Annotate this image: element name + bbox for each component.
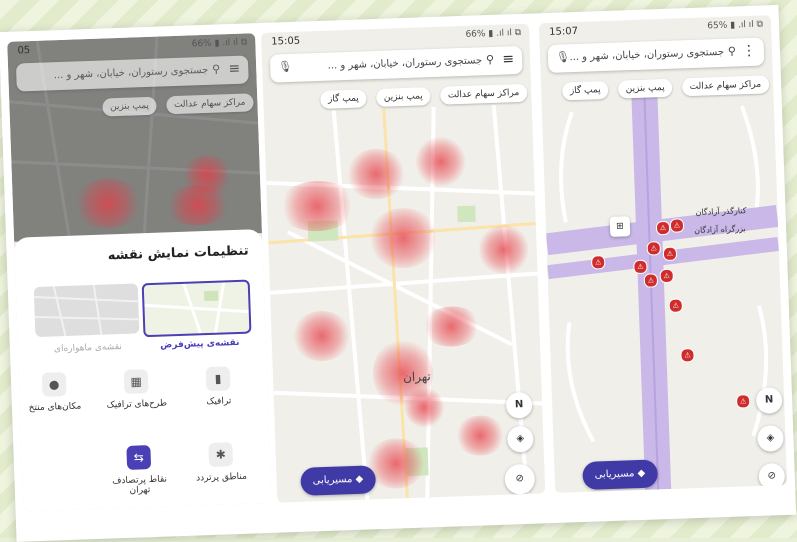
traffic-light-icon: ▮ [205,366,231,392]
accident-marker[interactable]: ⚠ [662,246,678,262]
accident-marker[interactable]: ⚠ [655,220,671,236]
chip-gas-station[interactable]: پمپ بنزین [617,78,673,99]
accident-marker[interactable]: ⚠ [633,259,648,275]
traffic-plan-icon: ▦ [123,369,149,394]
bus-stop-icon[interactable]: ⊞ [609,216,631,237]
chip-equity-centers[interactable]: مراکز سهام عدالت [681,75,770,97]
menu-icon[interactable]: ≡ [228,61,240,77]
option-accident-points[interactable]: ⇆ نقاط پرتصادف تهران [103,444,175,496]
map-settings-sheet: تنظیمات نمایش نقشه نقشه‌ی پیش‌فرض نقشه‌ی… [14,229,272,512]
microphone-icon[interactable]: 🎙︎ [278,60,292,73]
map-type-default[interactable] [141,279,252,338]
road-label: کنارگذر آزادگان [695,206,747,217]
search-placeholder: جستجوی رستوران، خیابان، شهر و ... [53,64,209,82]
search-placeholder: جستجوی رستوران، خیابان، شهر و ... [569,46,725,64]
phone-screen-accidents: کنارگذر آزادگان بزرگراه آزادگان ⊞ ⚠ ⚠ ⚠ … [538,15,788,493]
default-map-thumbnail [144,282,249,334]
map-type-default-label: نقشه‌ی پیش‌فرض [160,337,240,351]
option-places[interactable]: ● مکان‌های منتخ [19,371,90,413]
search-icon: ⚲ [727,44,737,58]
phone-screen-settings: 05 66% ▮ .ıl ıl ⧉ جستجوی رستوران، خیابان… [7,33,272,512]
collage-card: 05 66% ▮ .ıl ıl ⧉ جستجوی رستوران، خیابان… [0,4,797,542]
option-places-label: مکان‌های منتخ [28,401,82,414]
option-crowded-areas[interactable]: ✱ مناطق پرتردد [185,441,256,484]
directions-icon: ◆ [352,473,364,486]
map-type-satellite[interactable] [33,283,140,338]
menu-icon[interactable]: ⋮ [742,43,757,59]
option-accident-points-label: نقاط پرتصادف تهران [111,474,168,496]
option-traffic-plan-label: طرح‌های ترافیک [106,398,168,411]
status-time: 15:07 [548,25,579,38]
route-button-label: مسیریابی [594,468,635,481]
route-button[interactable]: ◆ مسیریابی [582,459,658,491]
accident-marker[interactable]: ⚠ [668,298,684,313]
sheet-title: تنظیمات نمایش نقشه [107,243,249,264]
accident-marker[interactable]: ⚠ [643,273,659,288]
chip-cng-station[interactable]: پمپ گاز [561,80,609,101]
chip-gas-station[interactable]: پمپ بنزین [101,96,158,117]
microphone-icon[interactable]: 🎙︎ [556,50,570,63]
search-placeholder: جستجوی رستوران، خیابان، شهر و ... [327,55,483,72]
route-button[interactable]: ◆ مسیریابی [300,465,376,496]
phone-screen-heatmap: تهران 15:05 66% ▮ .ıl ıl ⧉ جستجوی رستورا… [261,23,546,503]
city-label: تهران [402,369,431,385]
option-crowded-areas-label: مناطق پرتردد [195,471,248,484]
chip-cng-station[interactable]: پمپ گاز [319,89,368,109]
car-crash-icon: ⇆ [126,445,152,470]
status-icons: 66% ▮ .ıl ıl ⧉ [465,27,522,40]
chip-equity-centers[interactable]: مراکز سهام عدالت [439,83,528,105]
option-traffic[interactable]: ▮ ترافیک [183,365,254,407]
status-time: 15:05 [271,35,301,48]
search-icon: ⚲ [211,62,221,76]
location-off-icon[interactable]: ⊘ [758,462,786,490]
satellite-map-thumbnail [34,284,139,337]
road-label: بزرگراه آزادگان [694,224,746,235]
chip-equity-centers[interactable]: مراکز سهام عدالت [165,93,254,115]
accident-marker[interactable]: ⚠ [659,268,674,284]
accident-marker[interactable]: ⚠ [669,218,685,233]
menu-icon[interactable]: ≡ [502,51,514,67]
accident-marker[interactable]: ⚠ [735,394,751,409]
accident-marker[interactable]: ⚠ [590,255,606,270]
crowd-area-icon: ✱ [208,442,234,468]
accident-marker[interactable]: ⚠ [646,241,662,256]
map-type-satellite-label: نقشه‌ی ماهواره‌ای [53,342,122,355]
status-icons: 66% ▮ .ıl ıl ⧉ [191,37,248,50]
directions-icon: ◆ [634,467,646,480]
location-pin-icon: ● [41,371,67,397]
option-traffic-label: ترافیک [206,396,232,408]
accident-marker[interactable]: ⚠ [680,348,695,363]
route-button-label: مسیریابی [312,474,353,487]
chip-gas-station[interactable]: پمپ بنزین [375,87,432,108]
status-icons: 65% ▮ .ıl ıl ⧉ [707,19,764,32]
status-time: 05 [17,45,31,57]
option-traffic-plan[interactable]: ▦ طرح‌های ترافیک [101,368,172,411]
search-icon: ⚲ [485,52,495,67]
